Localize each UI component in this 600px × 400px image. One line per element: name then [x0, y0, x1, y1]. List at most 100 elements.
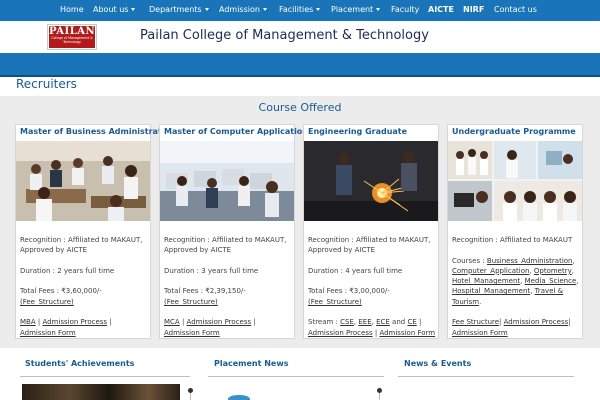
course-card-undergraduate: Undergraduate Programme Recognition : Af…: [447, 124, 583, 339]
fees-amount: ₹2,39,150/-: [205, 287, 246, 296]
banner-strip-shadow: [0, 75, 600, 77]
recognition-text: Recognition : Affiliated to MAKAUT, Appr…: [164, 236, 287, 255]
fees-amount: ₹3,00,000/-: [349, 287, 390, 296]
logo-subtext: College of Management & Technology: [51, 36, 93, 44]
recognition-text: Recognition : Affiliated to MAKAUT, Appr…: [308, 236, 431, 255]
engineering-welding-photo: [304, 141, 438, 221]
fees-label: Total Fees :: [20, 287, 62, 296]
fee-structure-link[interactable]: (Fee_Structure): [20, 298, 74, 306]
mca-computer-lab-photo: [160, 141, 294, 221]
course-links: MCA | Admission Process | Admission Form: [164, 318, 256, 337]
course-link-business-administration[interactable]: Business_Administration: [487, 257, 573, 265]
caret-down-icon: [376, 8, 381, 11]
nav-label: Home: [60, 5, 84, 14]
course-title[interactable]: Engineering Graduate: [308, 127, 407, 136]
fee-structure-link[interactable]: (Fee_Structure): [164, 298, 218, 306]
nav-label: About us: [93, 5, 129, 14]
site-title: Pailan College of Management & Technolog…: [140, 28, 429, 43]
divider: [379, 392, 380, 400]
divider: [208, 376, 384, 377]
course-link-optometry[interactable]: Optometry: [534, 267, 572, 275]
admission-process-link[interactable]: Admission Process: [308, 329, 373, 337]
course-link-hotel-management[interactable]: Hotel_Management: [452, 277, 520, 285]
course-offered-section: Course Offered Master of Business Admini…: [0, 96, 600, 348]
duration-text: Duration : 4 years full time: [308, 266, 403, 275]
nav-item-admission[interactable]: Admission: [219, 5, 267, 14]
course-links: MBA | Admission Process | Admission Form: [20, 318, 112, 337]
divider: [398, 376, 574, 377]
nav-item-nirf[interactable]: NIRF: [463, 5, 484, 14]
fees-label: Total Fees :: [308, 287, 350, 296]
course-details: Recognition : Affiliated to MAKAUT, Appr…: [164, 235, 292, 348]
achievements-photo[interactable]: [22, 384, 180, 400]
nav-label: Departments: [149, 5, 202, 14]
admission-form-link[interactable]: Admission Form: [452, 329, 508, 337]
divider: [20, 376, 190, 377]
undergraduate-collage-photo: [448, 141, 582, 221]
nav-item-aicte[interactable]: AICTE: [428, 5, 454, 14]
admission-process-link[interactable]: Admission Process: [187, 318, 252, 326]
course-link-computer-application[interactable]: Computer_Application: [452, 267, 529, 275]
course-card-mca: Master of Computer Applications Recognit…: [159, 124, 313, 339]
nav-label: Placement: [331, 5, 374, 14]
caret-down-icon: [262, 8, 267, 11]
admission-form-link[interactable]: Admission Form: [164, 329, 220, 337]
nav-item-placement[interactable]: Placement: [331, 5, 381, 14]
course-card-engineering: Engineering Graduate Recognition : Affil…: [303, 124, 439, 339]
nav-item-departments[interactable]: Departments: [149, 5, 209, 14]
admission-process-link[interactable]: Admission Process: [42, 318, 107, 326]
course-card-mba: Master of Business Administration Recogn…: [15, 124, 176, 339]
stream-link-cse[interactable]: CSE: [340, 318, 354, 326]
caret-down-icon: [316, 8, 321, 11]
course-title[interactable]: Master of Computer Applications: [164, 127, 313, 136]
divider: [190, 392, 191, 400]
course-details: Recognition : Affiliated to MAKAUT, Appr…: [308, 235, 436, 348]
caret-down-icon: [204, 8, 209, 11]
fee-structure-link[interactable]: Fee Structure: [452, 318, 499, 326]
nav-label: Admission: [219, 5, 260, 14]
nav-item-faculty[interactable]: Faculty: [391, 5, 419, 14]
nav-label: Faculty: [391, 5, 420, 14]
college-logo[interactable]: PAILAN College of Management & Technolog…: [47, 24, 97, 50]
courses-label: Courses :: [452, 256, 487, 265]
nav-item-about-us[interactable]: About us: [93, 5, 136, 14]
fees-text: Total Fees : ₹3,60,000/- (Fee_Structure): [20, 286, 148, 307]
course-links: Fee Structure| Admission Process| Admiss…: [452, 318, 571, 337]
program-link[interactable]: MCA: [164, 318, 180, 326]
course-details: Recognition : Affiliated to MAKAUT, Appr…: [20, 235, 148, 348]
nav-item-facilities[interactable]: Facilities: [279, 5, 321, 14]
nav-label: AICTE: [428, 5, 454, 14]
admission-form-link[interactable]: Admission Form: [20, 329, 76, 337]
nav-item-contact-us[interactable]: Contact us: [494, 5, 537, 14]
placement-news-heading: Placement News: [214, 359, 289, 368]
recruiters-heading: Recruiters: [16, 77, 77, 91]
course-link-media-science[interactable]: Media_Science: [525, 277, 577, 285]
duration-text: Duration : 3 years full time: [164, 266, 259, 275]
course-link-hospital-management[interactable]: Hospital_Management: [452, 287, 530, 295]
nav-label: NIRF: [463, 5, 485, 14]
nav-item-home[interactable]: Home: [60, 5, 84, 14]
recognition-text: Recognition : Affiliated to MAKAUT, Appr…: [20, 236, 143, 255]
stream-link-ece[interactable]: ECE: [376, 318, 390, 326]
bullet-dot-icon: [377, 388, 382, 393]
course-links: Stream : CSE, EEE, ECE and CE | Admissio…: [308, 318, 436, 337]
course-title[interactable]: Undergraduate Programme: [452, 127, 576, 136]
course-details: Recognition : Affiliated to MAKAUT Cours…: [452, 235, 580, 348]
program-link[interactable]: MBA: [20, 318, 36, 326]
fee-structure-link[interactable]: (Fee_Structure): [308, 298, 362, 306]
admission-process-link[interactable]: Admission Process: [504, 318, 569, 326]
recognition-text: Recognition : Affiliated to MAKAUT: [452, 236, 573, 244]
fees-text: Total Fees : ₹2,39,150/- (Fee_Structure): [164, 286, 292, 307]
stream-link-eee[interactable]: EEE: [358, 318, 371, 326]
banner-strip: [0, 53, 600, 75]
fees-label: Total Fees :: [164, 287, 206, 296]
caret-down-icon: [131, 8, 136, 11]
admission-form-link[interactable]: Admission Form: [379, 329, 435, 337]
nav-label: Contact us: [494, 5, 537, 14]
placement-news-image[interactable]: [228, 395, 250, 400]
fees-amount: ₹3,60,000/-: [61, 287, 102, 296]
course-title[interactable]: Master of Business Administration: [20, 127, 176, 136]
stream-link-ce[interactable]: CE: [407, 318, 416, 326]
students-achievements-heading: Students' Achievements: [25, 359, 135, 368]
duration-text: Duration : 2 years full time: [20, 266, 115, 275]
